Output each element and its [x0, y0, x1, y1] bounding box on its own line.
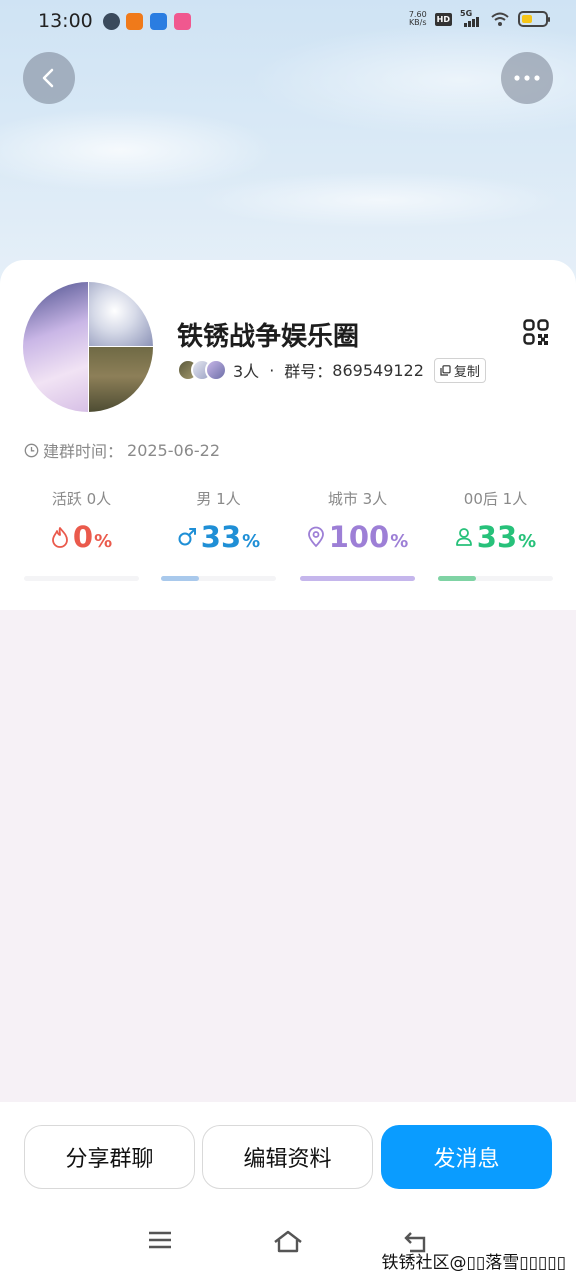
group-avatar[interactable]: [23, 282, 153, 412]
status-time: 13:00: [38, 10, 93, 32]
stat-label: 00后 1人: [463, 490, 528, 508]
member-count[interactable]: 3人: [233, 358, 259, 382]
wifi-icon: [491, 12, 509, 26]
avatar-tile-character: [89, 282, 153, 346]
stat-value: 33: [476, 520, 518, 554]
chevron-left-icon: [42, 68, 54, 88]
flame-icon: [51, 527, 68, 548]
game-app-icon: [103, 13, 120, 30]
stat-city[interactable]: 城市 3人 100 %: [300, 488, 415, 581]
hd-icon: HD: [434, 12, 452, 26]
stat-active[interactable]: 活跃 0人 0 %: [24, 488, 139, 581]
copy-icon: [440, 364, 451, 376]
watermark-text: 铁锈社区@▯▯落雪▯▯▯▯▯: [381, 1253, 567, 1273]
stat-unit: %: [518, 531, 537, 552]
clock-icon: [24, 443, 39, 457]
stat-label: 城市 3人: [327, 490, 388, 508]
stat-progress-fill: [161, 576, 199, 581]
group-info-card: 铁锈战争娱乐圈 3人 · 群号： 869549122 复制 建群时间： 2025…: [0, 260, 576, 610]
stat-progress: [300, 576, 415, 581]
header-background: [0, 0, 576, 300]
media-app-icon: [174, 13, 191, 30]
stat-unit: %: [390, 531, 409, 552]
more-button[interactable]: [501, 52, 553, 104]
stat-progress-fill: [438, 576, 476, 581]
app-notification-icon: [126, 13, 143, 30]
cloud-app-icon: [150, 13, 167, 30]
qr-code-icon[interactable]: [523, 319, 549, 345]
signal-icon: 5G: [460, 9, 482, 27]
group-name: 铁锈战争娱乐圈: [177, 322, 360, 352]
stat-unit: %: [242, 531, 261, 552]
stat-value: 33: [200, 520, 242, 554]
stat-value: 100: [328, 520, 390, 554]
copy-label: 复制: [453, 364, 480, 380]
group-id: 869549122: [332, 360, 424, 380]
stat-label: 活跃 0人: [51, 490, 112, 508]
created-date: 2025-06-22: [127, 440, 220, 460]
location-pin-icon: [307, 526, 324, 548]
stat-label: 男 1人: [196, 490, 241, 508]
member-avatar: [205, 359, 227, 381]
stat-post00[interactable]: 00后 1人 33 %: [438, 488, 553, 581]
group-id-label: 群号：: [284, 362, 333, 381]
stat-male[interactable]: 男 1人 33 %: [161, 488, 276, 581]
stat-progress: [24, 576, 139, 581]
network-speed: 7.60 KB/s: [408, 10, 427, 27]
status-bar: 13:00 7.60 KB/s HD 5G: [0, 0, 576, 44]
stat-value: 0: [72, 520, 94, 554]
menu-icon[interactable]: [148, 1230, 172, 1250]
stat-progress-fill: [300, 576, 415, 581]
person-icon: [455, 528, 472, 546]
send-message-button[interactable]: 发消息: [381, 1125, 552, 1189]
ellipsis-icon: [514, 75, 540, 81]
stat-progress: [438, 576, 553, 581]
edit-profile-button[interactable]: 编辑资料: [202, 1125, 373, 1189]
battery-icon: [518, 11, 550, 27]
created-label: 建群时间：: [43, 442, 124, 461]
member-stats: 活跃 0人 0 % 男 1人 33 % 城市 3人 100 % 00后 1人 3…: [0, 488, 576, 588]
share-group-button[interactable]: 分享群聊: [24, 1125, 195, 1189]
created-date-row: 建群时间： 2025-06-22: [24, 438, 220, 462]
avatar-tile-anime-girl: [23, 282, 88, 412]
avatar-tile-soldier: [89, 347, 153, 412]
copy-button[interactable]: 复制: [433, 357, 486, 383]
stat-progress: [161, 576, 276, 581]
stat-unit: %: [94, 531, 113, 552]
group-meta-row: 3人 · 群号： 869549122 复制: [177, 357, 486, 383]
separator-dot: ·: [269, 360, 275, 380]
male-icon: [178, 528, 196, 546]
home-icon[interactable]: [273, 1230, 303, 1254]
back-button[interactable]: [23, 52, 75, 104]
